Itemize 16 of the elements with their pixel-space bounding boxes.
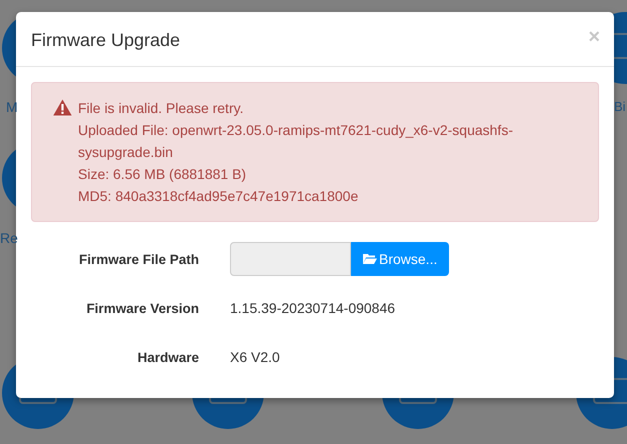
alert-text: Uploaded File: openwrt-23.05.0-ramips-mt7621-cudy_x6-v2-squashfs-sysupgrade.bin (78, 121, 514, 162)
field-label: Firmware File Path (78, 252, 199, 266)
field-label: Hardware (136, 350, 199, 364)
alert-text: Size: 6.56 MB (6881881 B) (78, 165, 248, 184)
file-path-field[interactable] (230, 242, 351, 276)
field-value: X6 V2.0 (230, 349, 281, 365)
alert-text: File is invalid. Please retry. (78, 99, 244, 118)
warning-icon (53, 99, 72, 116)
browse-button[interactable]: Browse... (351, 242, 449, 276)
field-value: 1.15.39-20230714-090846 (230, 300, 396, 316)
dialog-title: Firmware Upgrade (31, 30, 180, 51)
close-button[interactable]: × (588, 27, 600, 47)
menu-label[interactable]: Bi (614, 99, 626, 114)
alert-text: MD5: 840a3318cf4ad95e7c47e1971ca1800e (78, 187, 360, 206)
field-label: Firmware Version (85, 300, 199, 316)
folder-icon (363, 253, 377, 265)
